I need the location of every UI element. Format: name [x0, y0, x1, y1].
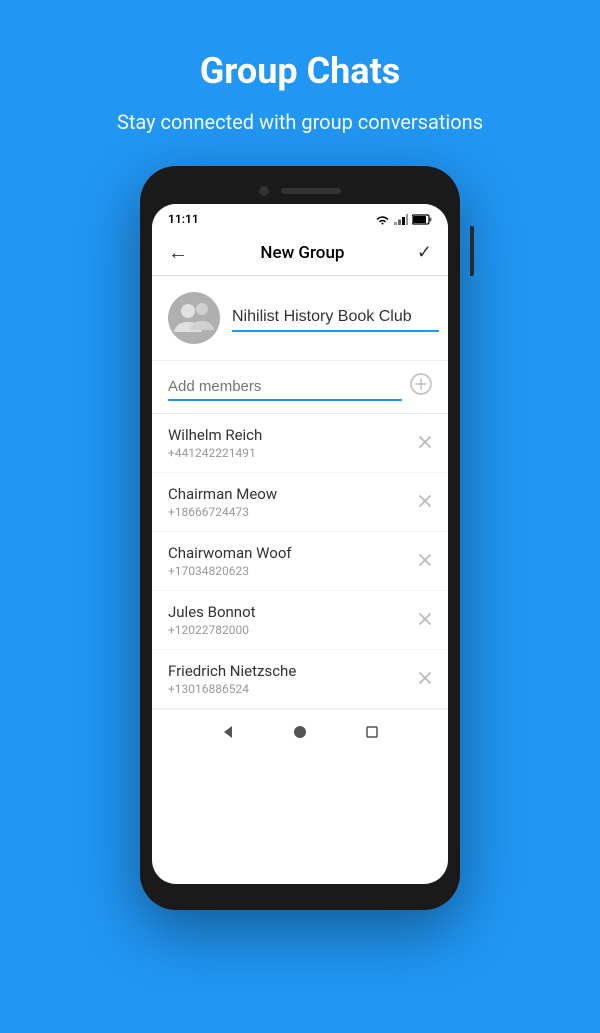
member-info: Chairwoman Woof +17034820623	[168, 544, 292, 578]
member-phone: +441242221491	[168, 446, 262, 460]
phone-bottom-bar	[152, 884, 448, 898]
member-name: Wilhelm Reich	[168, 426, 262, 444]
phone-frame: 11:11	[140, 166, 460, 910]
phone-screen: 11:11	[152, 204, 448, 884]
signal-icon	[394, 214, 408, 225]
group-name-section	[152, 276, 448, 361]
battery-icon	[412, 214, 432, 225]
phone-side-button	[470, 226, 474, 276]
members-list: Wilhelm Reich +441242221491 Chairman Meow +…	[152, 414, 448, 709]
member-item: Chairwoman Woof +17034820623	[152, 532, 448, 591]
wifi-icon	[375, 214, 390, 225]
header-section: Group Chats Stay connected with group co…	[0, 0, 600, 166]
nav-recent-button[interactable]	[362, 722, 382, 742]
phone-speaker	[281, 188, 341, 194]
nav-back-button[interactable]	[218, 722, 238, 742]
page-subtitle: Stay connected with group conversations	[60, 108, 540, 136]
page-title: Group Chats	[60, 50, 540, 92]
status-bar: 11:11	[152, 204, 448, 230]
remove-member-button[interactable]	[418, 434, 432, 453]
nav-home-button[interactable]	[290, 722, 310, 742]
status-time: 11:11	[168, 212, 199, 226]
member-info: Jules Bonnot +12022782000	[168, 603, 256, 637]
remove-member-button[interactable]	[418, 552, 432, 571]
front-camera	[259, 186, 269, 196]
member-phone: +12022782000	[168, 623, 256, 637]
add-members-section	[152, 361, 448, 414]
screen-title: New Group	[188, 243, 417, 263]
remove-member-button[interactable]	[418, 611, 432, 630]
remove-member-button[interactable]	[418, 493, 432, 512]
confirm-button[interactable]: ✓	[417, 242, 432, 263]
member-name: Chairwoman Woof	[168, 544, 292, 562]
group-avatar[interactable]	[168, 292, 220, 344]
member-phone: +13016886524	[168, 682, 296, 696]
group-name-input[interactable]	[232, 304, 439, 332]
member-item: Chairman Meow +18666724473	[152, 473, 448, 532]
member-item: Friedrich Nietzsche +13016886524	[152, 650, 448, 709]
phone-top-area	[152, 178, 448, 204]
app-bar: ← New Group ✓	[152, 230, 448, 276]
status-icons	[375, 214, 432, 225]
member-info: Wilhelm Reich +441242221491	[168, 426, 262, 460]
member-name: Jules Bonnot	[168, 603, 256, 621]
add-members-input[interactable]	[168, 374, 402, 401]
member-item: Wilhelm Reich +441242221491	[152, 414, 448, 473]
add-member-icon[interactable]	[410, 373, 432, 401]
phone-home-bar	[152, 709, 448, 754]
back-button[interactable]: ←	[168, 240, 188, 265]
member-info: Friedrich Nietzsche +13016886524	[168, 662, 296, 696]
phone-container: 11:11	[0, 166, 600, 910]
member-name: Friedrich Nietzsche	[168, 662, 296, 680]
member-phone: +17034820623	[168, 564, 292, 578]
member-item: Jules Bonnot +12022782000	[152, 591, 448, 650]
member-name: Chairman Meow	[168, 485, 277, 503]
remove-member-button[interactable]	[418, 670, 432, 689]
member-info: Chairman Meow +18666724473	[168, 485, 277, 519]
member-phone: +18666724473	[168, 505, 277, 519]
